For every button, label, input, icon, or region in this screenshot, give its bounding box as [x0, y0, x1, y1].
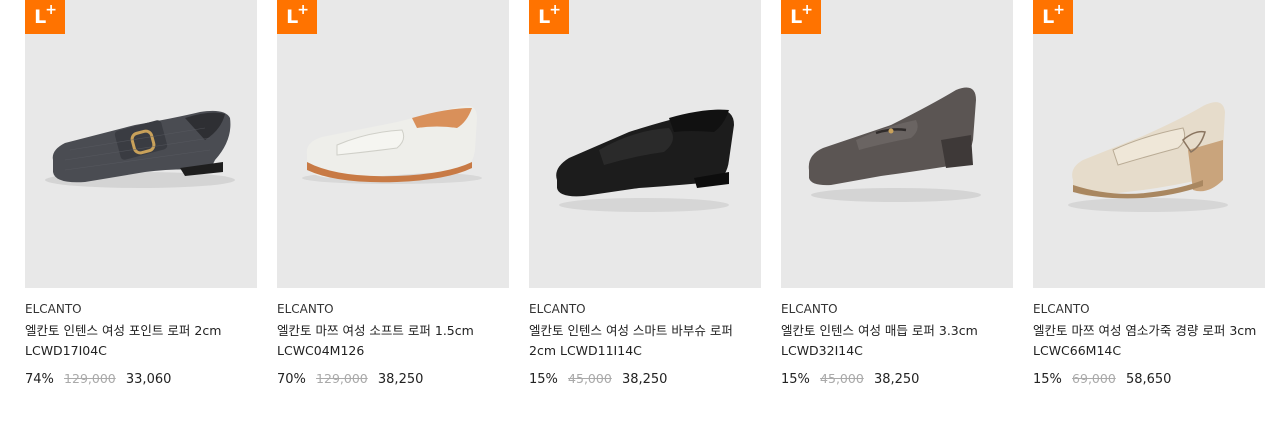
- product-name[interactable]: 엘칸토 인텐스 여성 포인트 로퍼 2cm LCWD17I04C: [25, 321, 257, 361]
- product-brand: ELCANTO: [781, 302, 838, 316]
- loafer-image: [302, 105, 482, 184]
- l-plus-badge: L+: [1033, 0, 1073, 34]
- price-row: 70% 129,000 38,250: [277, 370, 509, 389]
- product-card[interactable]: L+ ELCANTO 엘칸토 인텐스 여성 스마트 바부슈 로퍼 2cm LCW…: [529, 0, 761, 389]
- original-price: 129,000: [316, 371, 368, 386]
- loafer-image: [1068, 102, 1228, 212]
- product-image[interactable]: L+: [781, 0, 1013, 288]
- product-brand: ELCANTO: [1033, 302, 1090, 316]
- sale-price: 38,250: [621, 372, 668, 387]
- product-grid: L+ ELCANTO 엘칸토 인텐스 여성 포인트 로퍼 2cm LCWD17I…: [0, 0, 1279, 421]
- product-name[interactable]: 엘칸토 마쯔 여성 염소가죽 경량 로퍼 3cm LCWC66M14C: [1033, 321, 1265, 361]
- discount-rate: 74%: [25, 372, 54, 387]
- discount-rate: 15%: [529, 372, 558, 387]
- l-plus-badge: L+: [529, 0, 569, 34]
- product-brand: ELCANTO: [529, 302, 586, 316]
- original-price: 129,000: [64, 371, 116, 386]
- price-row: 15% 45,000 38,250: [529, 370, 761, 389]
- l-plus-badge: L+: [25, 0, 65, 34]
- price-row: 15% 69,000 58,650: [1033, 370, 1265, 389]
- product-image[interactable]: L+: [25, 0, 257, 288]
- original-price: 69,000: [1072, 371, 1116, 386]
- product-card[interactable]: L+ ELCANTO 엘칸토 인텐스 여성 매듭 로퍼 3.3cm LCWD32…: [781, 0, 1013, 389]
- product-name[interactable]: 엘칸토 인텐스 여성 매듭 로퍼 3.3cm LCWD32I14C: [781, 321, 1013, 361]
- original-price: 45,000: [568, 371, 612, 386]
- sale-price: 38,250: [377, 372, 424, 387]
- product-image[interactable]: L+: [277, 0, 509, 288]
- product-name[interactable]: 엘칸토 마쯔 여성 소프트 로퍼 1.5cm LCWC04M126: [277, 321, 509, 361]
- product-name[interactable]: 엘칸토 인텐스 여성 스마트 바부슈 로퍼 2cm LCWD11I14C: [529, 321, 761, 361]
- l-plus-badge: L+: [277, 0, 317, 34]
- price-row: 74% 129,000 33,060: [25, 370, 257, 389]
- discount-rate: 15%: [1033, 372, 1062, 387]
- loafer-image: [808, 87, 981, 202]
- sale-price: 58,650: [1125, 372, 1172, 387]
- discount-rate: 70%: [277, 372, 306, 387]
- sale-price: 38,250: [873, 372, 920, 387]
- discount-rate: 15%: [781, 372, 810, 387]
- product-card[interactable]: L+ ELCANTO 엘칸토 마쯔 여성 소프트 로퍼 1.5cm LCWC04…: [277, 0, 509, 389]
- product-brand: ELCANTO: [25, 302, 82, 316]
- l-plus-badge: L+: [781, 0, 821, 34]
- loafer-image: [556, 109, 734, 212]
- original-price: 45,000: [820, 371, 864, 386]
- product-image[interactable]: L+: [529, 0, 761, 288]
- price-row: 15% 45,000 38,250: [781, 370, 1013, 389]
- product-card[interactable]: L+ ELCANTO 엘칸토 인텐스 여성 포인트 로퍼 2cm LCWD17I…: [25, 0, 257, 389]
- sale-price: 33,060: [125, 372, 172, 387]
- product-brand: ELCANTO: [277, 302, 334, 316]
- product-card[interactable]: L+ ELCANTO 엘칸토 마쯔 여성 염소가죽 경량 로퍼 3cm LCWC…: [1033, 0, 1265, 389]
- loafer-image: [45, 110, 235, 188]
- product-image[interactable]: L+: [1033, 0, 1265, 288]
